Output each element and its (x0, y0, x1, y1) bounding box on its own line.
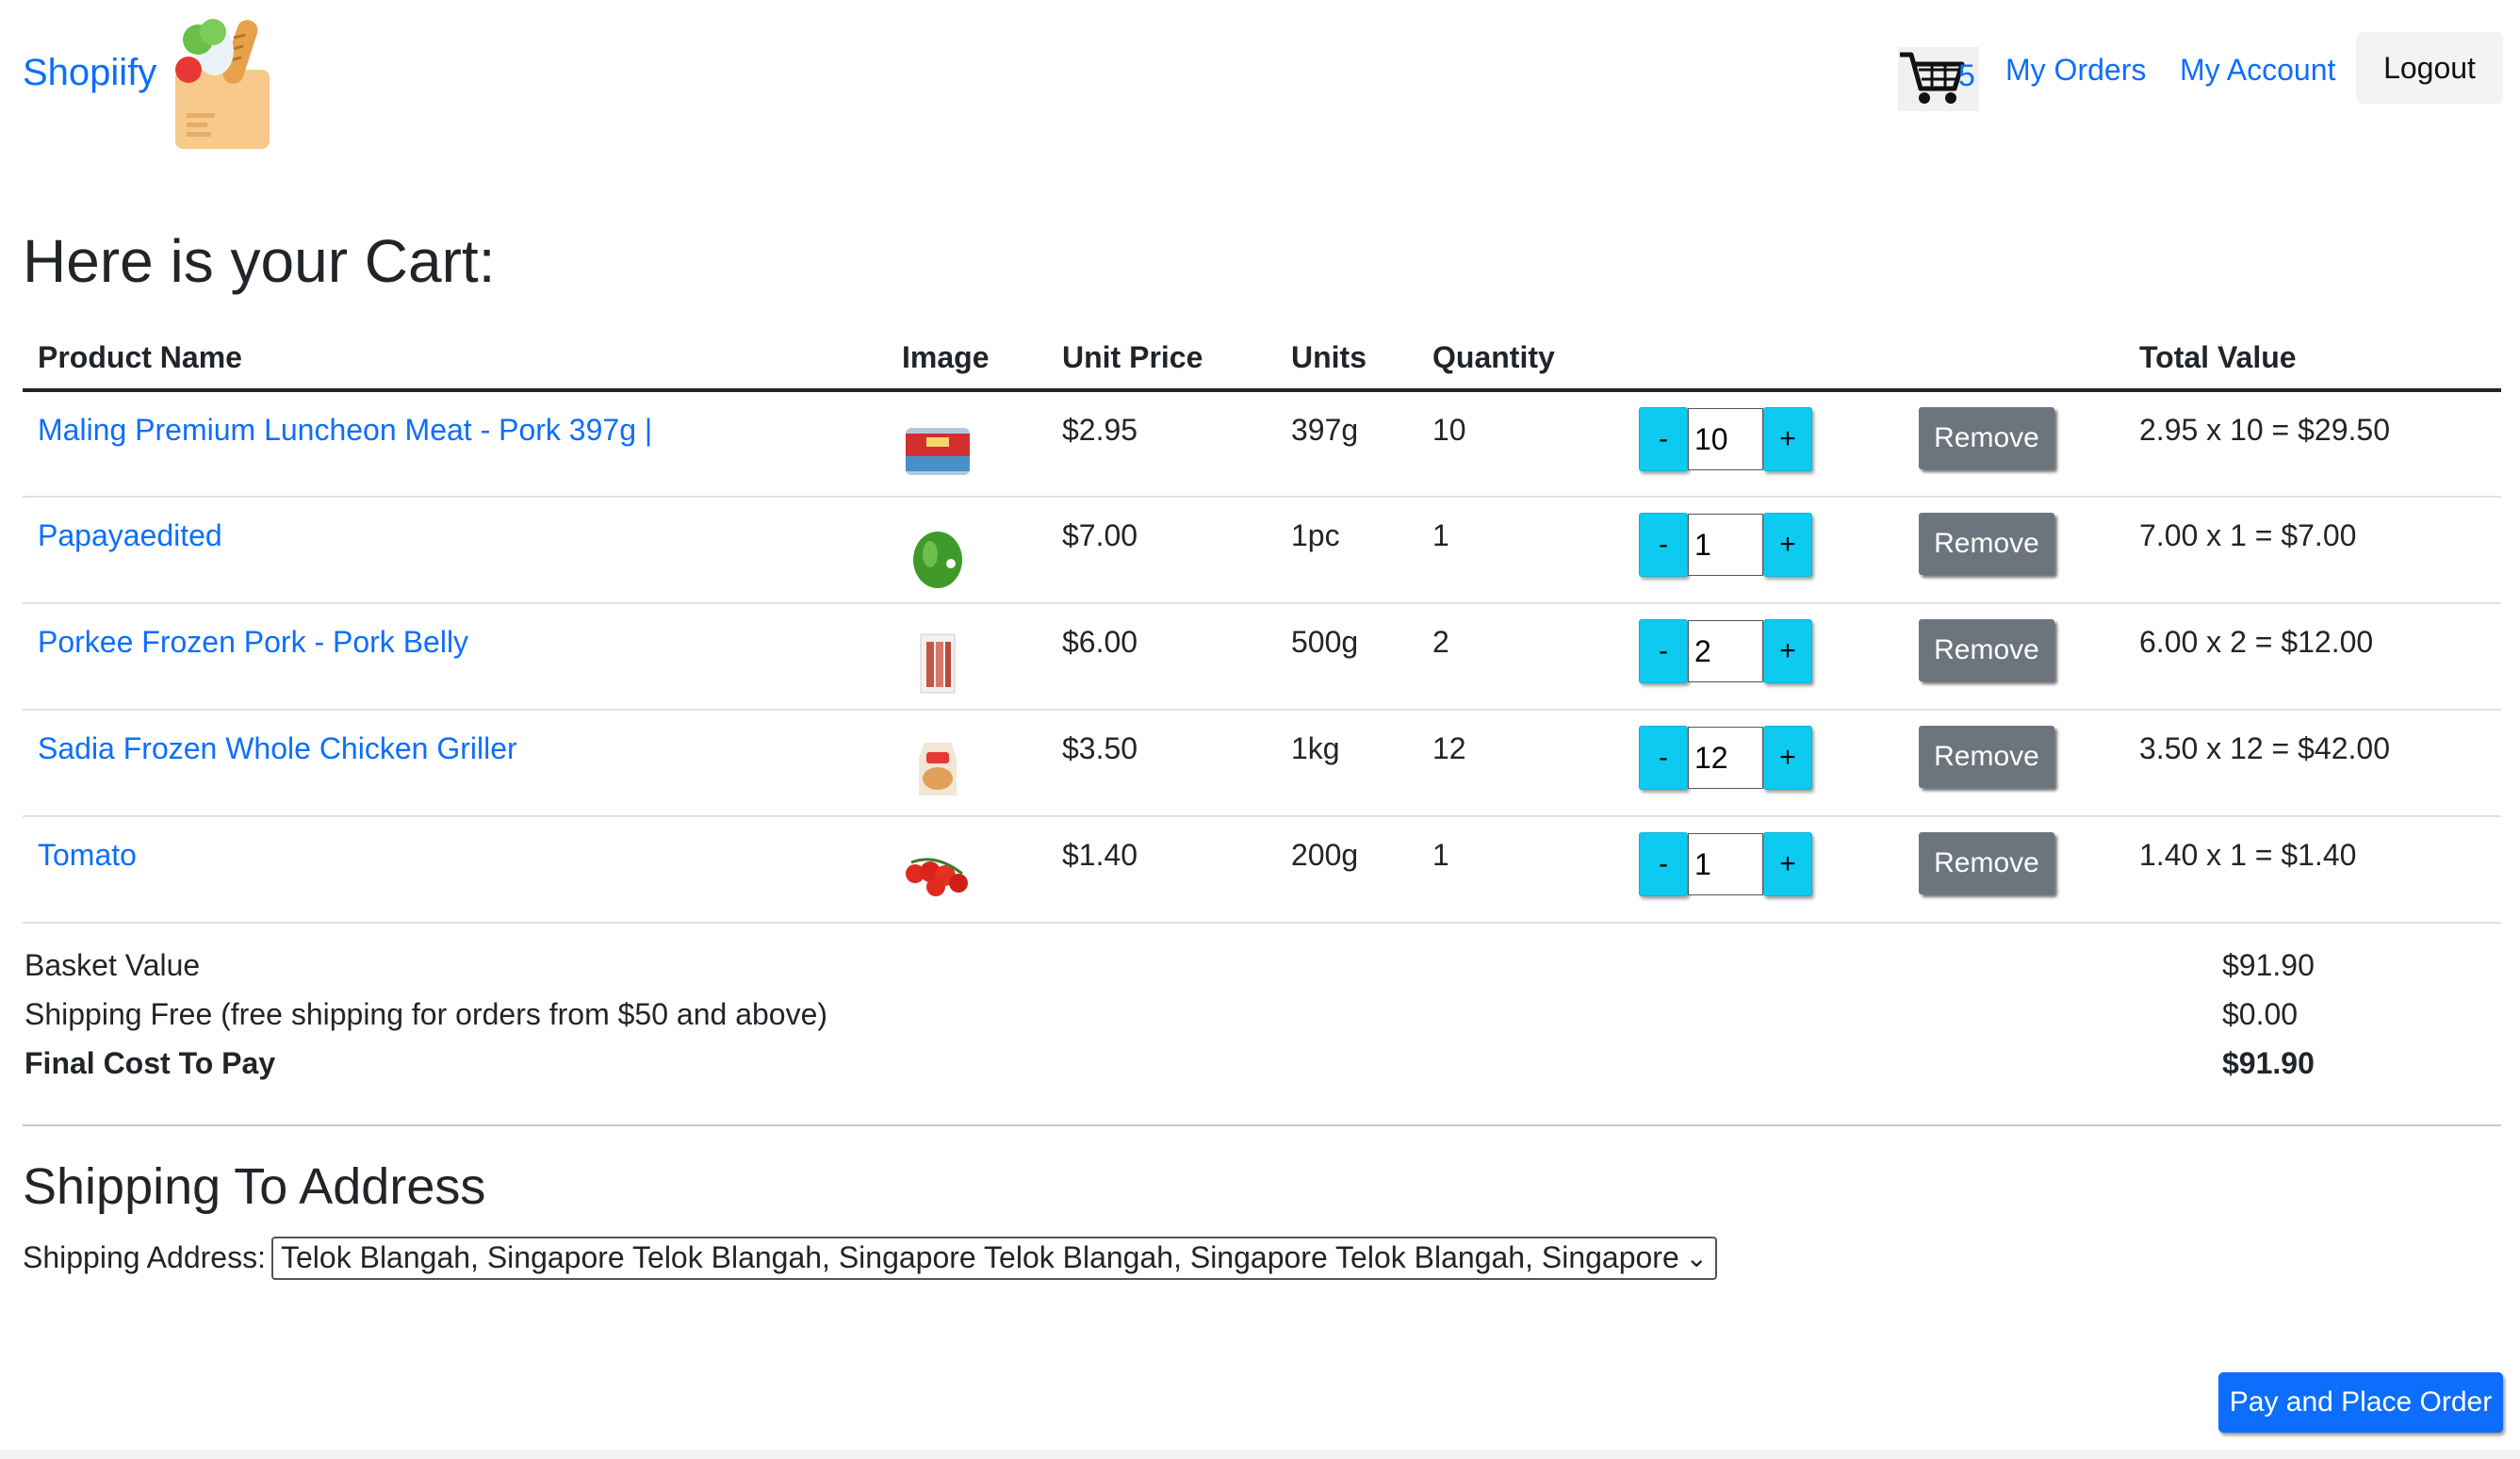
basket-value-amount: $91.90 (2222, 948, 2315, 982)
table-row: Maling Premium Luncheon Meat - Pork 397g… (23, 390, 2501, 498)
decrement-button[interactable]: - (1639, 513, 1688, 577)
quantity-stepper: - + (1639, 726, 1904, 790)
total-value: 7.00 x 1 = $7.00 (2124, 497, 2501, 604)
quantity: 1 (1417, 497, 1624, 604)
pay-and-place-order-button[interactable]: Pay and Place Order (2218, 1372, 2503, 1433)
decrement-button[interactable]: - (1639, 407, 1688, 471)
quantity-input[interactable] (1688, 833, 1763, 895)
chicken-bag-image (919, 743, 957, 795)
shipping-fee-label: Shipping Free (free shipping for orders … (25, 997, 828, 1031)
final-cost-amount: $91.90 (2222, 1046, 2315, 1080)
cart-count: 5 (1958, 58, 1975, 92)
total-value: 2.95 x 10 = $29.50 (2124, 390, 2501, 498)
product-link[interactable]: Papayaedited (38, 518, 222, 552)
my-account-link[interactable]: My Account (2180, 53, 2335, 88)
increment-button[interactable]: + (1763, 726, 1812, 790)
shipping-address-selected: Telok Blangah, Singapore Telok Blangah, … (281, 1240, 1679, 1274)
quantity: 2 (1417, 603, 1624, 711)
chevron-down-icon: ⌄ (1685, 1243, 1708, 1272)
brand-link[interactable]: Shopiify (23, 52, 156, 94)
table-row: Tomato $1.40 200g 1 - + (23, 816, 2501, 924)
unit-price: $2.95 (1047, 390, 1276, 498)
final-cost-row: Final Cost To Pay $91.90 (25, 1046, 2352, 1095)
remove-button[interactable]: Remove (1919, 832, 2054, 894)
logout-button[interactable]: Logout (2356, 32, 2503, 104)
remove-button[interactable]: Remove (1919, 407, 2054, 469)
increment-button[interactable]: + (1763, 832, 1812, 896)
table-row: Papayaedited $7.00 1pc 1 - + Remove 7.00… (23, 497, 2501, 604)
quantity: 10 (1417, 390, 1624, 498)
decrement-button[interactable]: - (1639, 726, 1688, 790)
header-unit-price: Unit Price (1047, 326, 1276, 392)
unit-price: $6.00 (1047, 603, 1276, 711)
shipping-address-select[interactable]: Telok Blangah, Singapore Telok Blangah, … (271, 1237, 1717, 1280)
cart-link[interactable]: 5 (1898, 47, 1979, 111)
header-quantity: Quantity (1417, 326, 1624, 392)
product-link[interactable]: Tomato (38, 838, 137, 872)
shipping-title: Shipping To Address (23, 1158, 486, 1215)
basket-value-row: Basket Value $91.90 (25, 948, 2352, 997)
page-title: Here is your Cart: (23, 227, 496, 295)
remove-button[interactable]: Remove (1919, 513, 2054, 575)
pork-belly-pack-image (920, 633, 956, 694)
units: 1pc (1276, 497, 1417, 604)
order-summary: Basket Value $91.90 Shipping Free (free … (25, 948, 2352, 1095)
product-link[interactable]: Maling Premium Luncheon Meat - Pork 397g… (38, 413, 652, 447)
header-remove (1904, 326, 2124, 392)
decrement-button[interactable]: - (1639, 832, 1688, 896)
quantity-stepper: - + (1639, 832, 1904, 896)
quantity-input[interactable] (1688, 408, 1763, 470)
tomato-vine-image (906, 858, 968, 896)
quantity-input[interactable] (1688, 727, 1763, 789)
unit-price: $7.00 (1047, 497, 1276, 604)
total-value: 3.50 x 12 = $42.00 (2124, 710, 2501, 817)
header-qty-controls (1624, 326, 1904, 392)
decrement-button[interactable]: - (1639, 619, 1688, 683)
product-link[interactable]: Sadia Frozen Whole Chicken Griller (38, 731, 517, 765)
shipping-fee-amount: $0.00 (2222, 997, 2299, 1031)
remove-button[interactable]: Remove (1919, 726, 2054, 788)
shopping-cart-icon (1900, 52, 1965, 104)
units: 397g (1276, 390, 1417, 498)
unit-price: $1.40 (1047, 816, 1276, 924)
increment-button[interactable]: + (1763, 513, 1812, 577)
units: 200g (1276, 816, 1417, 924)
basket-value-label: Basket Value (25, 948, 201, 982)
table-row: Porkee Frozen Pork - Pork Belly $6.00 50… (23, 603, 2501, 711)
quantity-stepper: - + (1639, 513, 1904, 577)
navbar: Shopiify 5 My Orders My Account Logout (0, 0, 2520, 160)
final-cost-label: Final Cost To Pay (25, 1046, 276, 1080)
divider (23, 1124, 2501, 1126)
table-row: Sadia Frozen Whole Chicken Griller $3.50… (23, 710, 2501, 817)
my-orders-link[interactable]: My Orders (2005, 53, 2146, 88)
quantity: 1 (1417, 816, 1624, 924)
product-link[interactable]: Porkee Frozen Pork - Pork Belly (38, 625, 468, 659)
quantity: 12 (1417, 710, 1624, 817)
increment-button[interactable]: + (1763, 619, 1812, 683)
papaya-image (913, 532, 962, 588)
cart-table: Product Name Image Unit Price Units Quan… (23, 326, 2501, 924)
units: 500g (1276, 603, 1417, 711)
quantity-stepper: - + (1639, 407, 1904, 471)
quantity-input[interactable] (1688, 514, 1763, 576)
header-units: Units (1276, 326, 1417, 392)
table-header-row: Product Name Image Unit Price Units Quan… (23, 326, 2501, 392)
units: 1kg (1276, 710, 1417, 817)
total-value: 1.40 x 1 = $1.40 (2124, 816, 2501, 924)
shipping-address-label: Shipping Address: (23, 1240, 266, 1274)
header-product-name: Product Name (23, 326, 887, 392)
header-total-value: Total Value (2124, 326, 2501, 392)
total-value: 6.00 x 2 = $12.00 (2124, 603, 2501, 711)
luncheon-meat-can-image (906, 428, 970, 475)
shipping-fee-row: Shipping Free (free shipping for orders … (25, 997, 2352, 1046)
quantity-stepper: - + (1639, 619, 1904, 683)
header-image: Image (887, 326, 1047, 392)
increment-button[interactable]: + (1763, 407, 1812, 471)
grocery-bag-logo-icon[interactable] (168, 11, 279, 149)
unit-price: $3.50 (1047, 710, 1276, 817)
footer (0, 1450, 2520, 1459)
quantity-input[interactable] (1688, 620, 1763, 682)
remove-button[interactable]: Remove (1919, 619, 2054, 681)
